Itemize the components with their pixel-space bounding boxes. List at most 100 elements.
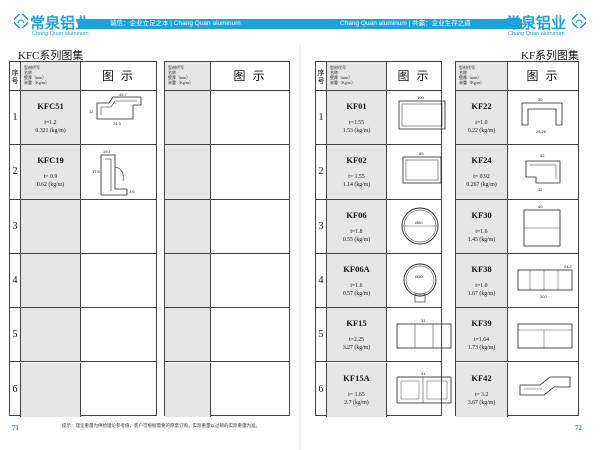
unit-weight: 3.67 (kg/m) bbox=[467, 399, 496, 406]
table-row bbox=[165, 91, 289, 146]
table-row bbox=[165, 145, 289, 200]
profile-drawing-cell: 100 bbox=[387, 91, 446, 144]
profile-section-drawing: 45.7 24.3 12 bbox=[89, 93, 142, 126]
dim-label: 30 bbox=[538, 97, 543, 102]
unit-weight: 0.62 (kg/m) bbox=[36, 182, 65, 189]
profile-code: KF06 bbox=[346, 209, 367, 220]
table-row: 2 KF02 t= 1.55 1.14 (kg/m) 80 bbox=[316, 145, 442, 200]
profile-spec: t= 3.2 3.67 (kg/m) bbox=[456, 391, 507, 407]
row-seq-number: 6 bbox=[316, 362, 327, 417]
table-row bbox=[165, 253, 289, 309]
profile-info-cell bbox=[165, 253, 211, 308]
profile-info-cell: KF38 t=1.0 1.67 (kg/m) bbox=[456, 253, 508, 308]
wall-thickness: t=1.64 bbox=[473, 337, 490, 344]
blank-profile-table: 型材代号 名称 壁厚（mm） 米重（Kg/m） 图 示 bbox=[164, 61, 290, 417]
dim-label: 31 bbox=[421, 371, 426, 376]
table-header-row: 序 号 型材代号 名称 壁厚（mm） 米重（Kg/m） 图 示 bbox=[10, 62, 156, 91]
profile-info-cell: KF06A t=1.6 0.57 (kg/m) bbox=[327, 253, 387, 308]
profile-section-drawing: Ø50 bbox=[403, 263, 437, 303]
table-header-row: 序 号 型材代号 名称 壁厚（mm） 米重（Kg/m） 图 示 bbox=[316, 62, 441, 91]
wall-thickness: t=1.6 bbox=[350, 282, 363, 289]
profile-code: KF15A bbox=[343, 372, 370, 383]
dim-label: 28.26 bbox=[536, 129, 547, 134]
profile-drawing-cell bbox=[81, 200, 156, 253]
profile-info-cell: KF22 t=1.0 0.22 (kg/m) bbox=[456, 91, 508, 145]
wall-thickness: t= 0.92 bbox=[473, 174, 490, 181]
profile-section-drawing: 200 24.3 bbox=[517, 264, 573, 299]
profile-drawing-cell: 80 bbox=[387, 145, 442, 198]
profile-drawing-cell bbox=[211, 308, 289, 361]
row-seq-number: 1 bbox=[10, 91, 21, 145]
dim-label: 45.7 bbox=[119, 93, 128, 97]
table-row: 3 bbox=[10, 199, 156, 254]
profile-drawing-cell: 30 28.26 bbox=[508, 91, 578, 144]
table-row: 6 bbox=[10, 362, 156, 417]
profile-drawing-cell bbox=[211, 200, 289, 253]
profile-drawing-cell bbox=[81, 363, 156, 417]
profile-drawing-cell: 45.7 24.3 12 bbox=[81, 91, 156, 144]
wall-thickness: t= 0.9 bbox=[43, 174, 58, 181]
profile-info-cell: KF39 t=1.64 1.73 (kg/m) bbox=[456, 308, 508, 362]
profile-drawing-cell: Ø80 bbox=[387, 200, 441, 253]
profile-info-cell bbox=[165, 145, 211, 199]
table-row: 2 KFC19 t= 0.9 0.62 (kg/m) 19.1 17.5 3.6 bbox=[10, 145, 156, 200]
dim-label: 24.3 bbox=[113, 121, 122, 126]
wall-thickness: t=1.6 bbox=[475, 228, 488, 235]
profile-section-drawing: 19.1 17.5 3.6 bbox=[92, 149, 135, 196]
row-seq-number: 4 bbox=[10, 253, 21, 308]
table-row: 1 KF01 t=1.55 1.53 (kg/m) 100 bbox=[316, 91, 446, 146]
row-seq-number: 1 bbox=[316, 91, 327, 145]
header-bar-left: 诚信：企业立足之本 | Chang Quan aluminum bbox=[78, 19, 300, 29]
info-header: 型材代号 名称 壁厚（mm） 米重（Kg/m） bbox=[165, 62, 211, 90]
table-header-row: 型材代号 名称 壁厚（mm） 米重（Kg/m） 图 示 bbox=[456, 62, 578, 91]
profile-drawing-cell: 31 bbox=[387, 363, 452, 417]
profile-code: KF38 bbox=[471, 263, 492, 274]
wall-thickness: t=1.55 bbox=[348, 120, 365, 126]
row-seq-number: 5 bbox=[316, 308, 327, 362]
profile-drawing-cell bbox=[81, 308, 156, 361]
wall-thickness: t= 1.55 bbox=[348, 174, 365, 181]
profile-info-cell: KF02 t= 1.55 1.14 (kg/m) bbox=[327, 145, 387, 199]
profile-spec: t=1.0 0.22 (kg/m) bbox=[456, 119, 507, 135]
profile-spec: t=1.2 0.321 (kg/m) bbox=[21, 119, 80, 135]
profile-info-cell bbox=[165, 362, 211, 417]
picture-header: 图 示 bbox=[397, 69, 431, 83]
profile-drawing-cell bbox=[508, 363, 578, 417]
dim-label: Ø50 bbox=[415, 274, 423, 279]
weight-footnote: 提示：理论重量为供给理论参考值，客户可根据需要的厚度订购，实际重量以过磅的实际重… bbox=[62, 423, 260, 428]
profile-drawing-cell: 42 32 bbox=[508, 145, 578, 198]
logo-mark-icon bbox=[572, 14, 586, 28]
profile-code: KF22 bbox=[471, 101, 492, 111]
page-number-right: 72 bbox=[575, 424, 582, 432]
dim-label: Ø80 bbox=[415, 220, 423, 225]
profile-code: KF30 bbox=[471, 209, 492, 220]
profile-info-cell: KF06 t=1.8 0.55 (kg/m) bbox=[327, 199, 387, 253]
dim-label: 19.1 bbox=[103, 149, 112, 154]
dim-label: 17.5 bbox=[92, 169, 101, 174]
page-number-left: 71 bbox=[12, 424, 19, 432]
profile-section-drawing bbox=[517, 323, 573, 349]
dim-label: 3.6 bbox=[129, 189, 135, 194]
row-seq-number: 5 bbox=[10, 308, 21, 362]
page-header: 诚信：企业立足之本 | Chang Quan aluminum Chang Qu… bbox=[0, 0, 600, 44]
profile-info-cell bbox=[21, 362, 81, 417]
picture-header: 图 示 bbox=[233, 69, 267, 83]
unit-weight: 1.67 (kg/m) bbox=[467, 290, 496, 297]
profile-drawing-cell: 200 24.3 bbox=[508, 254, 578, 307]
unit-weight: 1.53 (kg/m) bbox=[342, 128, 371, 134]
wall-thickness: t=2.25 bbox=[348, 337, 365, 344]
row-seq-number: 2 bbox=[10, 145, 21, 199]
profile-drawing-cell bbox=[508, 308, 578, 361]
brand-logo-right: 常泉铝业 Chang Quan aluminum bbox=[506, 4, 598, 42]
profile-info-cell: KF01 t=1.55 1.53 (kg/m) bbox=[327, 91, 387, 145]
row-seq-number: 2 bbox=[316, 145, 327, 199]
info-line: 米重（Kg/m） bbox=[168, 80, 194, 85]
table-row: 5 KF15 t=2.25 3.27 (kg/m) 31 bbox=[316, 308, 452, 363]
profile-code: KF24 bbox=[471, 155, 492, 166]
brand-name-cn: 常泉铝业 bbox=[506, 14, 567, 32]
profile-info-cell bbox=[21, 199, 81, 253]
dim-label: 32 bbox=[538, 187, 543, 192]
profile-code: KF06A bbox=[343, 263, 370, 274]
unit-weight: 1.14 (kg/m) bbox=[342, 182, 371, 189]
wall-thickness: t=1.0 bbox=[475, 120, 488, 126]
